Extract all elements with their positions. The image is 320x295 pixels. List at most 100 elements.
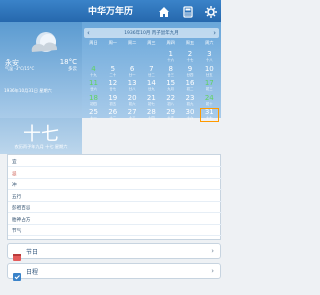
calendar-day[interactable]: 3 十八 xyxy=(200,50,219,64)
lunar-date: 初九 xyxy=(186,101,194,106)
day-number: 22 xyxy=(166,93,176,102)
gregorian-date: 1936年10月31日 星期六 xyxy=(4,88,52,93)
weekday-label: 周五 xyxy=(185,40,195,45)
weekday-label: 周二 xyxy=(127,40,137,45)
chevron-right-icon: › xyxy=(211,267,214,275)
day-number: 29 xyxy=(166,108,176,116)
almanac-label: 冲 xyxy=(12,183,17,188)
calendar-day[interactable]: 11 廿六 xyxy=(84,79,103,93)
calendar-grid: 周日 周一 周二 周三 周四 周五 周六 1 十六 2 十七 3 十八 4 十九 5 二十 6 廿一 7 廿二 8 廿三 9 廿… xyxy=(82,40,221,150)
day-number: 15 xyxy=(166,79,176,87)
chevron-right-icon: › xyxy=(211,247,214,255)
calendar-day[interactable]: 29 十五 xyxy=(161,108,180,122)
almanac-label: 忌 xyxy=(12,171,17,177)
almanac-row: 胎神占方 xyxy=(8,215,222,225)
day-number: 18 xyxy=(89,93,98,102)
festival-section[interactable]: 节日 › xyxy=(7,243,221,261)
weekday-label: 周六 xyxy=(205,40,214,45)
calendar-day[interactable]: 1 十六 xyxy=(161,50,180,64)
calendar-day[interactable]: 22 初八 xyxy=(161,94,180,108)
calendar-day[interactable]: 8 廿三 xyxy=(161,65,180,79)
day-number: 23 xyxy=(185,93,195,102)
calendar-day[interactable]: 23 初九 xyxy=(181,94,200,108)
almanac-row: 节气 xyxy=(8,226,222,236)
day-number: 11 xyxy=(89,79,98,87)
day-number: 31 xyxy=(204,108,214,116)
lunar-date: 廿三 xyxy=(167,72,175,77)
lunar-date: 廿一 xyxy=(128,72,136,77)
almanac-label: 宜 xyxy=(12,160,17,165)
almanac-label: 彭祖百忌 xyxy=(12,206,31,211)
calendar-day[interactable]: 18 初四 xyxy=(84,94,103,108)
lunar-date: 十五 xyxy=(167,116,175,120)
day-number: 25 xyxy=(89,108,98,116)
day-number: 14 xyxy=(146,79,156,87)
day-number: 4 xyxy=(91,64,96,73)
calendar-day[interactable]: 31 十七 xyxy=(199,108,219,122)
almanac-label: 五行 xyxy=(12,194,22,200)
lunar-date: 十七 xyxy=(186,58,194,62)
day-number: 3 xyxy=(207,50,212,58)
day-number: 20 xyxy=(127,93,137,102)
lunar-date: 廿五 xyxy=(205,72,213,77)
lunar-date: 廿八 xyxy=(128,87,136,91)
calendar-day[interactable]: 7 廿二 xyxy=(142,65,161,79)
weather-panel: 永安 气温 -3°C/15°C 18°C 多云 1936年10月31日 星期六 xyxy=(0,22,82,118)
almanac-row: 彭祖百忌 xyxy=(8,203,222,213)
calendar-day[interactable]: 16 初二 xyxy=(181,79,200,93)
festival-label: 节日 xyxy=(26,249,39,256)
calendar-day[interactable]: 13 廿八 xyxy=(123,79,142,93)
calculator-icon[interactable] xyxy=(181,4,195,18)
calendar-day[interactable]: 5 二十 xyxy=(103,65,122,79)
weekday-label: 周一 xyxy=(108,40,117,45)
lunar-date: 廿二 xyxy=(148,72,155,77)
calendar-day[interactable]: 15 九月 xyxy=(161,79,180,93)
lunar-subtitle: 农历丙子年九月 十七 星期六 xyxy=(14,144,68,149)
top-bar: 中华万年历 xyxy=(0,0,221,22)
settings-icon[interactable] xyxy=(204,4,218,18)
home-icon[interactable] xyxy=(157,4,171,18)
calendar-day[interactable]: 6 廿一 xyxy=(123,65,142,79)
calendar-day[interactable]: 24 初十 xyxy=(200,94,219,108)
calendar-day[interactable]: 17 初三 xyxy=(200,79,219,93)
almanac-details: 宜忌冲五行彭祖百忌胎神占方节气 xyxy=(7,154,222,240)
lunar-date: 初十 xyxy=(205,101,213,106)
calendar-month-label[interactable]: 1936年10月 丙子鼠年九月 xyxy=(102,30,201,36)
calendar-day[interactable]: 25 十一 xyxy=(84,108,103,122)
calendar-day[interactable]: 27 十三 xyxy=(123,108,142,122)
schedule-section[interactable]: 日程 › xyxy=(7,263,221,281)
calendar-day[interactable]: 12 廿七 xyxy=(103,79,122,93)
lunar-date: 十六 xyxy=(186,116,194,120)
calendar-day[interactable]: 10 廿五 xyxy=(200,65,219,79)
calendar-day[interactable]: 2 十七 xyxy=(181,50,200,64)
calendar-day[interactable]: 4 十九 xyxy=(84,65,103,79)
calendar-day[interactable]: 9 廿四 xyxy=(181,65,200,79)
lunar-date: 初三 xyxy=(205,87,213,91)
calendar-day[interactable]: 30 十六 xyxy=(181,108,200,122)
lunar-date: 十一 xyxy=(90,116,97,120)
prev-month-button[interactable]: ‹ xyxy=(87,29,90,37)
calendar-day[interactable]: 28 十四 xyxy=(142,108,161,122)
day-number: 12 xyxy=(108,79,118,87)
almanac-label: 节气 xyxy=(12,229,22,234)
calendar-day[interactable]: 20 初六 xyxy=(123,94,142,108)
calendar-day[interactable]: 19 初五 xyxy=(103,94,122,108)
calendar-day[interactable]: 26 十二 xyxy=(103,108,122,122)
day-number: 19 xyxy=(108,93,118,102)
lunar-date: 初二 xyxy=(186,87,194,91)
lunar-date: 初六 xyxy=(128,101,136,106)
calendar-header: ‹ 1936年10月 丙子鼠年九月 › xyxy=(84,28,219,38)
lunar-date: 二十 xyxy=(109,72,117,77)
calendar-day[interactable]: 14 廿九 xyxy=(142,79,161,93)
lunar-date: 十四 xyxy=(148,116,155,120)
lunar-date: 廿四 xyxy=(186,72,194,77)
lunar-date: 十三 xyxy=(128,116,136,120)
lunar-day: 十七 xyxy=(23,124,59,145)
day-number: 6 xyxy=(129,64,135,73)
almanac-row: 五行 xyxy=(8,192,222,202)
next-month-button[interactable]: › xyxy=(213,29,216,37)
calendar-day[interactable]: 21 初七 xyxy=(142,94,161,108)
day-number: 13 xyxy=(127,79,137,87)
weather-temp: 18°C xyxy=(59,58,77,66)
weekday-label: 周日 xyxy=(89,40,98,45)
